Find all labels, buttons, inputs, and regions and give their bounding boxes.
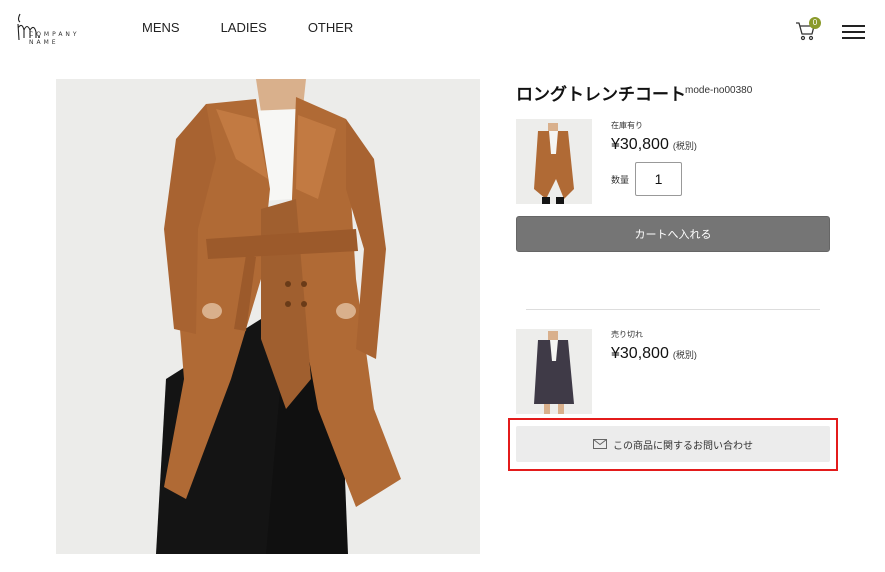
variant-thumbnail-brown[interactable] (516, 119, 592, 204)
main-nav: MENS LADIES OTHER (142, 20, 394, 35)
hamburger-menu-icon[interactable] (842, 25, 865, 39)
mail-icon (593, 439, 607, 449)
cart-count-badge: 0 (809, 17, 821, 29)
variant-stock-status: 在庫有り (611, 121, 643, 130)
nav-other[interactable]: OTHER (308, 20, 354, 35)
nav-mens[interactable]: MENS (142, 20, 180, 35)
product-title: ロングトレンチコート (516, 85, 686, 105)
variant-price: ¥30,800 (税別) (611, 136, 697, 154)
nav-ladies[interactable]: LADIES (221, 20, 267, 35)
variant-stock-status: 売り切れ (611, 330, 643, 339)
product-code: mode-no00380 (685, 85, 753, 96)
logo-text: COMPANY NAME (29, 31, 80, 47)
product-inquiry-button[interactable]: この商品に関するお問い合わせ (516, 426, 830, 462)
company-logo[interactable]: COMPANY NAME (14, 10, 94, 48)
product-main-image (56, 79, 480, 554)
variant-price: ¥30,800 (税別) (611, 345, 697, 363)
add-to-cart-button[interactable]: カートへ入れる (516, 216, 830, 252)
price-value: ¥30,800 (611, 345, 669, 362)
cart-button[interactable]: 0 (795, 17, 821, 45)
price-value: ¥30,800 (611, 136, 669, 153)
tax-note: (税別) (672, 350, 697, 360)
inquiry-label: この商品に関するお問い合わせ (613, 440, 753, 452)
logo-company: COMPANY (29, 31, 80, 38)
quantity-input[interactable] (635, 162, 682, 196)
logo-name: NAME (29, 39, 59, 46)
divider (526, 309, 820, 310)
quantity-label: 数量 (611, 176, 630, 186)
tax-note: (税別) (672, 141, 697, 151)
variant-thumbnail-navy[interactable] (516, 329, 592, 414)
